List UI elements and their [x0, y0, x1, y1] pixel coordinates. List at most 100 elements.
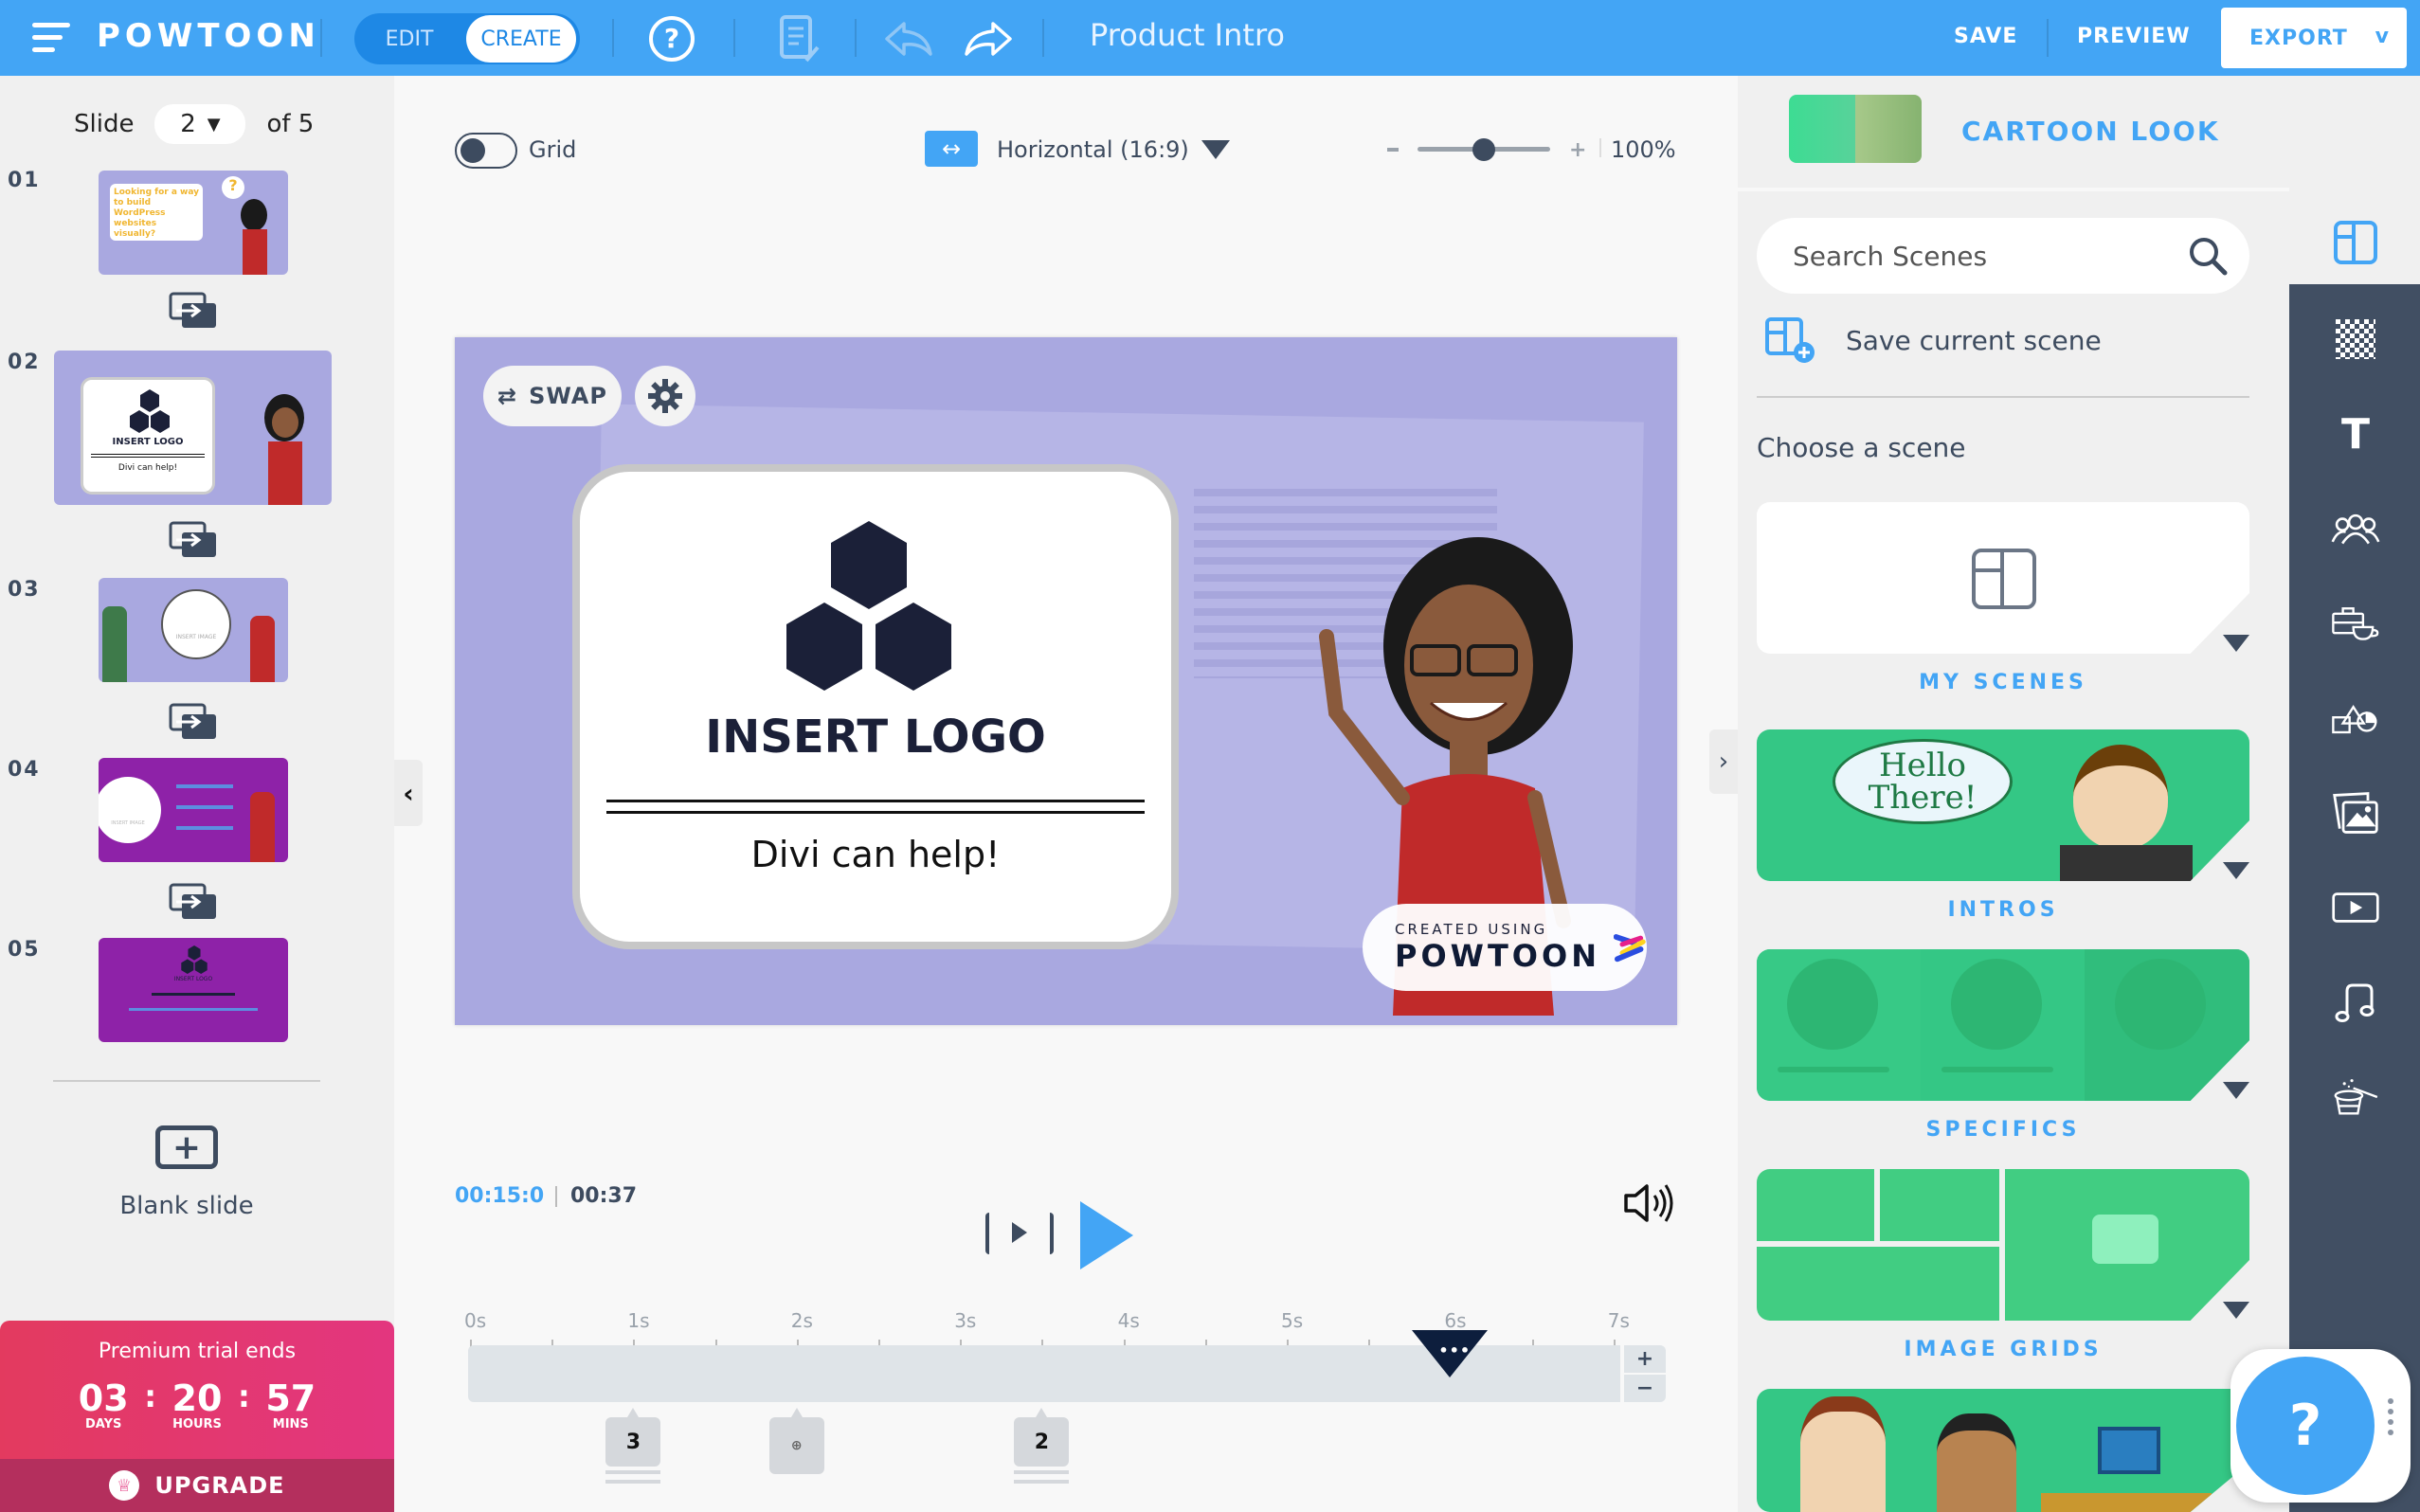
timeline-zoom: + −: [1624, 1345, 1666, 1402]
props-icon[interactable]: [2331, 599, 2380, 648]
timeline-marker[interactable]: ⊕: [768, 1408, 824, 1474]
slide-thumb-subtext: Divi can help!: [117, 463, 178, 473]
collapse-slides-panel-button[interactable]: ‹: [394, 760, 423, 826]
hamburger-menu-icon[interactable]: [32, 23, 70, 53]
timeline-marker[interactable]: 3: [605, 1408, 661, 1467]
volume-icon[interactable]: [1622, 1182, 1675, 1224]
category-label[interactable]: INTROS: [1757, 898, 2249, 922]
video-icon[interactable]: [2331, 883, 2380, 932]
add-blank-slide-icon[interactable]: +: [155, 1125, 218, 1169]
create-mode-button[interactable]: CREATE: [466, 15, 576, 63]
preview-button[interactable]: PREVIEW: [2077, 25, 2191, 48]
slide-canvas[interactable]: ⇄ SWAP INSERT LOGO Divi can help! CREATE…: [455, 337, 1677, 1025]
edit-mode-button[interactable]: EDIT: [354, 27, 464, 51]
caret-down-icon[interactable]: [1201, 140, 1230, 159]
divider: [1042, 19, 1044, 57]
transition-icon[interactable]: [169, 883, 218, 921]
expand-right-panel-button[interactable]: ›: [1709, 729, 1738, 794]
slide-count: of 5: [266, 110, 315, 138]
slide-thumbnail-4[interactable]: INSERT IMAGE: [99, 758, 288, 862]
zoom-in-icon[interactable]: +: [1569, 138, 1586, 162]
timeline-zoom-out-button[interactable]: −: [1624, 1375, 1666, 1402]
help-button[interactable]: ?: [2236, 1357, 2375, 1495]
blank-slide-button[interactable]: Blank slide: [0, 1192, 373, 1220]
category-label[interactable]: IMAGE GRIDS: [1757, 1338, 2249, 1361]
notes-icon[interactable]: [773, 13, 824, 64]
timeline-zoom-in-button[interactable]: +: [1624, 1345, 1666, 1375]
upgrade-button[interactable]: ♕ UPGRADE: [0, 1459, 394, 1512]
save-scene-icon: [1765, 317, 1815, 363]
more-options-icon[interactable]: [2388, 1398, 2393, 1440]
transition-icon[interactable]: [169, 292, 218, 330]
playhead-menu-icon[interactable]: •••: [1438, 1341, 1471, 1359]
caret-down-icon[interactable]: [2223, 635, 2249, 652]
insert-logo-text[interactable]: INSERT LOGO: [580, 711, 1171, 764]
category-label[interactable]: SPECIFICS: [1757, 1118, 2249, 1142]
slides-panel: Slide 2 ▼ of 5 01 Looking for a way to b…: [0, 76, 394, 1512]
search-icon[interactable]: [2187, 235, 2229, 277]
slide-thumbnail-5[interactable]: INSERT LOGO: [99, 938, 288, 1042]
slide-thumbnail-2[interactable]: INSERT LOGO Divi can help!: [54, 351, 332, 505]
scene-card-specifics[interactable]: [1757, 949, 2249, 1101]
save-current-scene-button[interactable]: Save current scene: [1764, 316, 2102, 364]
trial-title: Premium trial ends: [98, 1340, 297, 1363]
image-placeholder: [1880, 1169, 1999, 1241]
avatar: [1787, 959, 1878, 1050]
scenes-icon[interactable]: [2331, 218, 2380, 267]
zoom-slider-handle[interactable]: [1472, 138, 1495, 161]
chevron-down-icon[interactable]: v: [2375, 25, 2390, 48]
timeline-marker[interactable]: 2: [1014, 1408, 1070, 1467]
undo-icon[interactable]: [883, 13, 934, 64]
scene-card-intros[interactable]: Hello There!: [1757, 729, 2249, 881]
caret-down-icon[interactable]: [2223, 1302, 2249, 1319]
backgrounds-icon[interactable]: [2331, 315, 2380, 364]
play-scene-button[interactable]: [985, 1213, 1054, 1254]
music-icon[interactable]: [2331, 978, 2380, 1027]
slide-thumb-text: INSERT IMAGE: [99, 777, 161, 843]
subtitle-text[interactable]: Divi can help!: [580, 834, 1171, 875]
slide-thumbnail-1[interactable]: Looking for a way to build WordPress web…: [99, 171, 288, 275]
powtoon-logo[interactable]: POWTOON: [97, 17, 320, 55]
scene-card-office[interactable]: [1757, 1389, 2249, 1512]
scene-card-my-scenes[interactable]: [1757, 502, 2249, 654]
export-button[interactable]: EXPORT v: [2221, 8, 2407, 68]
scene-card-image-grids[interactable]: [1757, 1169, 2249, 1321]
redo-icon[interactable]: [963, 13, 1014, 64]
play-button[interactable]: [1080, 1201, 1133, 1269]
grid-toggle[interactable]: [455, 133, 517, 169]
caret-down-icon[interactable]: [2223, 1082, 2249, 1099]
character-head: [2073, 745, 2168, 849]
zoom-out-icon[interactable]: [1387, 148, 1399, 152]
logo-card[interactable]: INSERT LOGO Divi can help!: [572, 464, 1179, 949]
search-scenes-input[interactable]: Search Scenes: [1757, 218, 2249, 294]
transition-icon[interactable]: [169, 521, 218, 559]
category-label[interactable]: MY SCENES: [1757, 671, 2249, 694]
character-body: [250, 616, 275, 682]
layout-icon: [1972, 549, 2036, 609]
settings-button[interactable]: [635, 366, 695, 426]
swap-button[interactable]: ⇄ SWAP: [483, 366, 622, 426]
transition-icon[interactable]: [169, 703, 218, 741]
help-widget[interactable]: ?: [2230, 1349, 2411, 1503]
shapes-icon[interactable]: [2331, 693, 2380, 743]
character-head: [1937, 1413, 2016, 1512]
project-title[interactable]: Product Intro: [1090, 17, 1285, 53]
image-placeholder: [1757, 1169, 1874, 1241]
images-icon[interactable]: [2331, 788, 2380, 837]
colon: :: [238, 1378, 250, 1414]
slide-thumbnail-3[interactable]: INSERT IMAGE: [99, 578, 288, 682]
divider: [1599, 138, 1601, 157]
caret-down-icon[interactable]: [2223, 862, 2249, 879]
magic-icon[interactable]: [2331, 1072, 2380, 1122]
slide-select[interactable]: 2 ▼: [154, 104, 246, 144]
text-icon[interactable]: T: [2331, 409, 2380, 459]
orientation-select[interactable]: Horizontal (16:9): [997, 136, 1189, 163]
style-selector[interactable]: CARTOON LOOK: [1738, 76, 2367, 191]
slide-thumb-text: Looking for a way to build WordPress web…: [110, 184, 203, 241]
grid-label: Grid: [529, 136, 577, 163]
horizontal-arrows-icon[interactable]: ↔: [925, 131, 978, 167]
characters-icon[interactable]: [2331, 504, 2380, 553]
mode-toggle[interactable]: EDIT CREATE: [354, 13, 580, 64]
help-icon[interactable]: ?: [646, 13, 697, 64]
save-button[interactable]: SAVE: [1954, 25, 2017, 48]
